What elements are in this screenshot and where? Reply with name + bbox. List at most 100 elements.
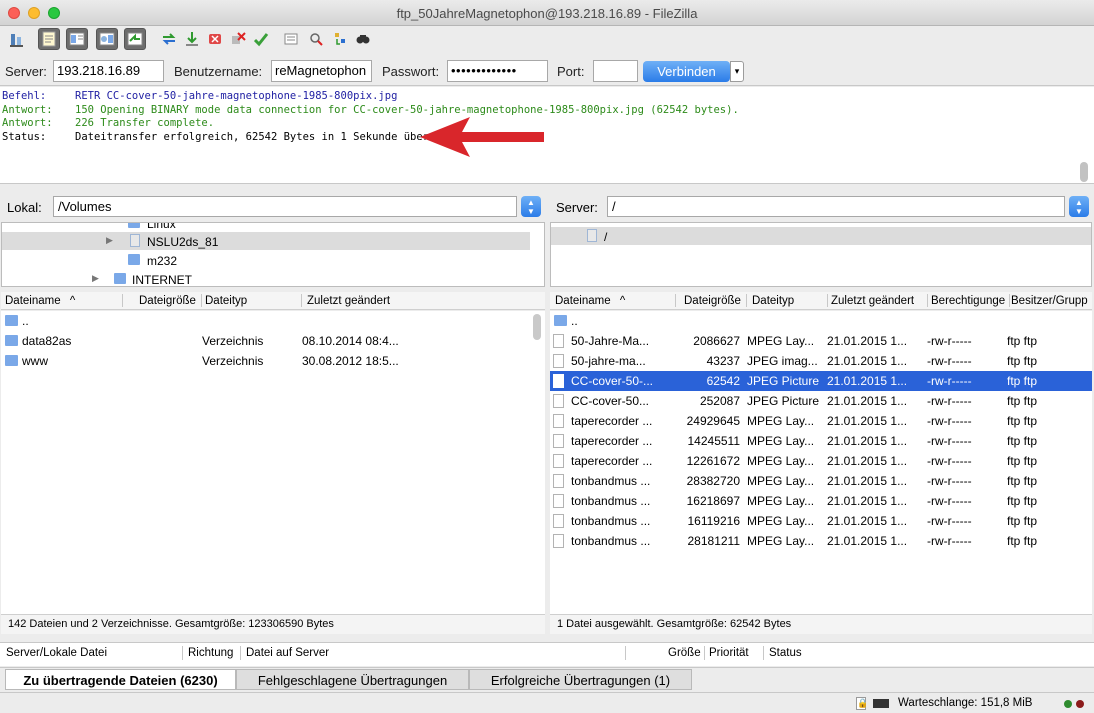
tree-item[interactable]: ▶ INTERNET xyxy=(2,270,544,286)
remote-file-row[interactable]: taperecorder ... 12261672 MPEG Lay... 21.01… xyxy=(550,451,1092,471)
queue-col-size[interactable]: Größe xyxy=(668,647,701,659)
local-list-scrollbar[interactable] xyxy=(533,314,541,340)
file-type: MPEG Lay... xyxy=(747,414,815,428)
remote-file-row[interactable]: taperecorder ... 14245511 MPEG Lay... 21.01… xyxy=(550,431,1092,451)
queue-col-priority[interactable]: Priorität xyxy=(709,647,749,659)
file-owner: ftp ftp xyxy=(1007,514,1038,528)
remote-file-row[interactable]: 50-jahre-ma... 43237 JPEG imag... 21.01.201… xyxy=(550,351,1092,371)
remote-path-label: Server: xyxy=(556,200,598,215)
transfer-queue[interactable]: Server/Lokale Datei Richtung Datei auf S… xyxy=(0,642,1094,666)
tree-item-selected[interactable]: ▶ NSLU2ds_81 xyxy=(2,232,530,250)
remote-path-dropdown-button[interactable]: ▲ ▼ xyxy=(1069,196,1089,217)
local-path-dropdown-button[interactable]: ▲ ▼ xyxy=(521,196,541,217)
remote-file-row-selected[interactable]: CC-cover-50-... 62542 JPEG Picture 21.01.20… xyxy=(550,371,1092,391)
sync-browse-icon[interactable] xyxy=(329,28,351,50)
remote-file-list[interactable]: .. 50-Jahre-Ma... 2086627 MPEG Lay... 21.01.… xyxy=(550,311,1092,614)
connect-button[interactable]: Verbinden xyxy=(643,61,730,82)
log-scrollbar[interactable] xyxy=(1080,162,1088,182)
tab-failed-transfers[interactable]: Fehlgeschlagene Übertragungen xyxy=(236,669,469,690)
tree-item-selected[interactable]: / xyxy=(551,227,1091,245)
queue-col-file[interactable]: Server/Lokale Datei xyxy=(6,647,107,659)
refresh-icon[interactable] xyxy=(158,28,180,50)
search-icon[interactable] xyxy=(352,28,374,50)
col-filesize[interactable]: Dateigröße xyxy=(139,295,196,307)
remote-file-row[interactable]: taperecorder ... 24929645 MPEG Lay... 21.01… xyxy=(550,411,1092,431)
drive-icon xyxy=(130,234,140,247)
disconnect-icon[interactable] xyxy=(227,28,249,50)
file-name: 50-jahre-ma... xyxy=(571,354,646,368)
tree-item[interactable]: m232 xyxy=(2,251,544,269)
remote-path-input[interactable]: / xyxy=(607,196,1065,217)
col-permissions[interactable]: Berechtigunge xyxy=(931,295,1005,307)
file-name: tonbandmus ... xyxy=(571,514,651,528)
local-path-input[interactable]: /Volumes xyxy=(53,196,517,217)
file-type: MPEG Lay... xyxy=(747,454,815,468)
process-queue-icon[interactable] xyxy=(181,28,203,50)
remote-file-row[interactable]: .. xyxy=(550,311,1092,331)
remote-file-row[interactable]: tonbandmus ... 28181211 MPEG Lay... 21.01.2… xyxy=(550,531,1092,551)
local-file-row[interactable]: .. xyxy=(1,311,545,331)
quickconnect-bar: Server: 193.218.16.89 Benutzername: reMa… xyxy=(0,56,1094,86)
filezilla-window: ftp_50JahreMagnetophon@193.218.16.89 - F… xyxy=(0,0,1094,713)
remote-file-row[interactable]: CC-cover-50... 252087 JPEG Picture 21.01.20… xyxy=(550,391,1092,411)
file-type: MPEG Lay... xyxy=(747,494,815,508)
username-input[interactable]: reMagnetophon xyxy=(271,60,372,82)
file-modified: 21.01.2015 1... xyxy=(827,474,908,488)
file-icon xyxy=(553,534,564,548)
site-manager-icon[interactable] xyxy=(6,28,28,50)
remote-file-row[interactable]: tonbandmus ... 16119216 MPEG Lay... 21.01.2… xyxy=(550,511,1092,531)
expand-arrow-icon[interactable]: ▶ xyxy=(92,273,99,284)
file-modified: 21.01.2015 1... xyxy=(827,394,908,408)
compare-icon[interactable] xyxy=(305,28,327,50)
server-input[interactable]: 193.218.16.89 xyxy=(53,60,164,82)
expand-arrow-icon[interactable]: ▶ xyxy=(106,235,113,246)
toggle-local-tree-icon[interactable] xyxy=(66,28,88,50)
toggle-queue-icon[interactable] xyxy=(124,28,146,50)
reconnect-icon[interactable] xyxy=(250,28,272,50)
local-file-list[interactable]: .. data82as Verzeichnis 08.10.2014 08:4... w… xyxy=(1,311,545,614)
file-modified: 21.01.2015 1... xyxy=(827,494,908,508)
filter-icon[interactable] xyxy=(280,28,302,50)
col-filesize[interactable]: Dateigröße xyxy=(684,295,741,307)
local-file-row[interactable]: data82as Verzeichnis 08.10.2014 08:4... xyxy=(1,331,545,351)
tab-successful-transfers[interactable]: Erfolgreiche Übertragungen (1) xyxy=(469,669,692,690)
file-name: www xyxy=(22,354,48,368)
tree-item[interactable]: Linux xyxy=(2,223,544,232)
file-type: Verzeichnis xyxy=(202,334,264,348)
tab-queued-files[interactable]: Zu übertragende Dateien (6230) xyxy=(5,669,236,690)
file-size: 28382720 xyxy=(686,474,740,488)
message-log[interactable]: Befehl: RETR CC-cover-50-jahre-magnetopho… xyxy=(0,87,1094,184)
col-filetype[interactable]: Dateityp xyxy=(752,295,794,307)
col-filetype[interactable]: Dateityp xyxy=(205,295,247,307)
cancel-icon[interactable] xyxy=(204,28,226,50)
file-modified: 30.08.2012 18:5... xyxy=(302,354,399,368)
toggle-log-icon[interactable] xyxy=(38,28,60,50)
tree-item-label: NSLU2ds_81 xyxy=(147,235,219,249)
queue-col-direction[interactable]: Richtung xyxy=(188,647,233,659)
col-filename[interactable]: Dateiname ^ xyxy=(5,295,75,307)
speed-limit-icon[interactable] xyxy=(873,699,889,708)
file-owner: ftp ftp xyxy=(1007,414,1038,428)
connect-dropdown-button[interactable]: ▾ xyxy=(730,61,744,82)
remote-file-row[interactable]: tonbandmus ... 28382720 MPEG Lay... 21.01.2… xyxy=(550,471,1092,491)
file-icon xyxy=(553,494,564,508)
local-file-row[interactable]: www Verzeichnis 30.08.2012 18:5... xyxy=(1,351,545,371)
file-type: JPEG Picture xyxy=(747,374,820,388)
local-list-header: Dateiname ^ Dateigröße Dateityp Zuletzt … xyxy=(1,292,545,310)
file-name: 50-Jahre-Ma... xyxy=(571,334,650,348)
port-input[interactable] xyxy=(593,60,638,82)
remote-file-row[interactable]: tonbandmus ... 16218697 MPEG Lay... 21.01.2… xyxy=(550,491,1092,511)
col-filename[interactable]: Dateiname ^ xyxy=(555,295,625,307)
col-modified[interactable]: Zuletzt geändert xyxy=(831,295,914,307)
remote-status: 1 Datei ausgewählt. Gesamtgröße: 62542 B… xyxy=(550,614,1092,634)
col-modified[interactable]: Zuletzt geändert xyxy=(307,295,390,307)
remote-directory-tree[interactable]: / xyxy=(550,222,1092,287)
remote-file-row[interactable]: 50-Jahre-Ma... 2086627 MPEG Lay... 21.01.20… xyxy=(550,331,1092,351)
toggle-remote-tree-icon[interactable] xyxy=(96,28,118,50)
remote-list-header: Dateiname ^ Dateigröße Dateityp Zuletzt … xyxy=(550,292,1092,310)
local-directory-tree[interactable]: Linux ▶ NSLU2ds_81 m232 ▶ INTERNET xyxy=(1,222,545,287)
queue-col-remote-file[interactable]: Datei auf Server xyxy=(246,647,329,659)
queue-col-status[interactable]: Status xyxy=(769,647,802,659)
password-input[interactable]: ••••••••••••• xyxy=(447,60,548,82)
col-owner[interactable]: Besitzer/Grupp xyxy=(1011,295,1088,307)
